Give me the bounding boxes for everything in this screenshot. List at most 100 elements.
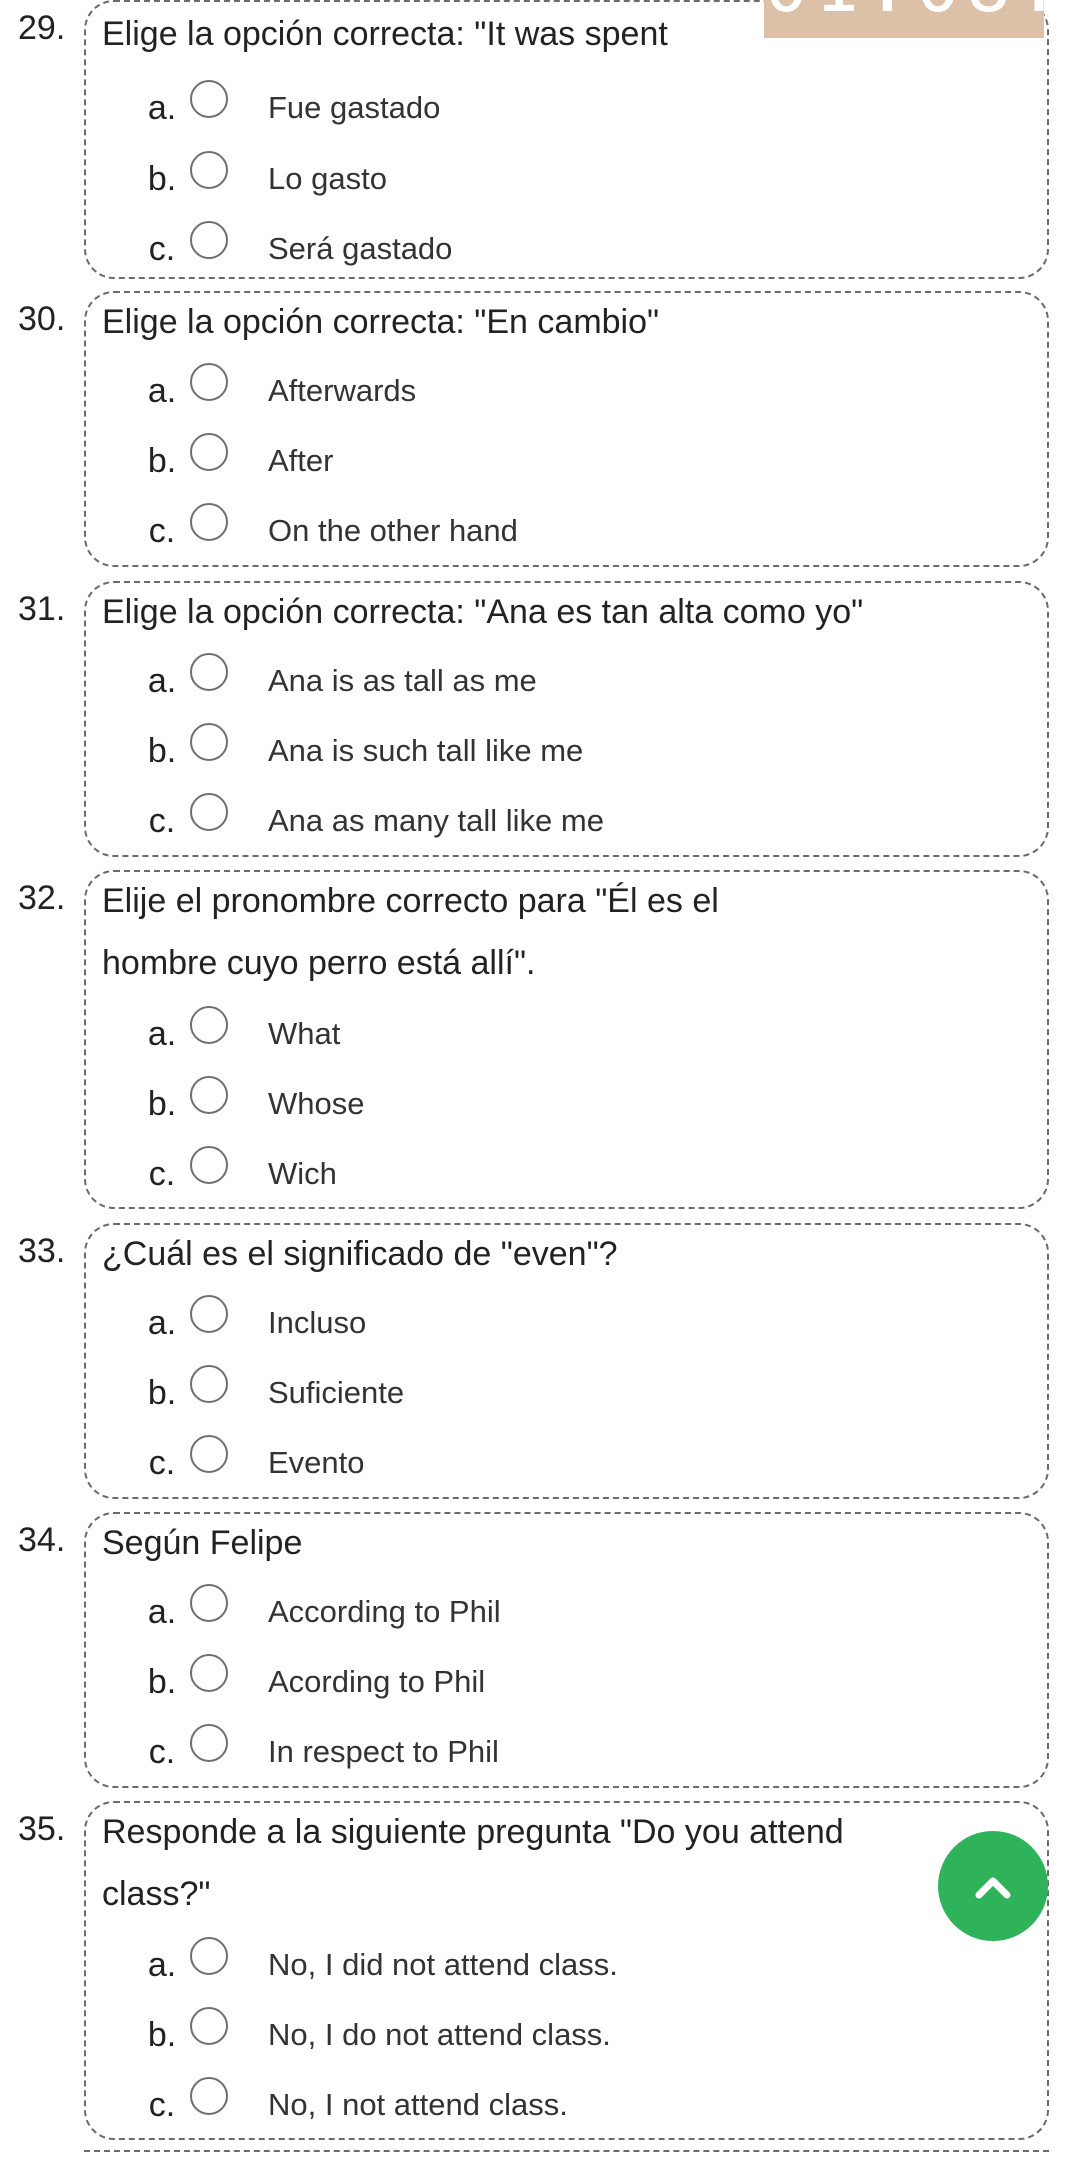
option-label: Afterwards (268, 373, 417, 408)
option-c[interactable]: c. Evento (0, 1435, 1075, 1493)
option-letter: c. (148, 1444, 176, 1482)
question-30: 30. Elige la opción correcta: "En cambio… (0, 291, 1075, 567)
question-number: 35. (18, 1810, 66, 1848)
option-c[interactable]: c. On the other hand (0, 503, 1075, 561)
option-letter: c. (148, 1733, 176, 1771)
question-number: 32. (18, 879, 66, 917)
option-label: On the other hand (268, 513, 518, 548)
option-c[interactable]: c. Será gastado (0, 221, 1075, 279)
option-c[interactable]: c. Ana as many tall like me (0, 793, 1075, 851)
question-text: Según Felipe (102, 1524, 303, 1562)
option-a[interactable]: a. No, I did not attend class. (0, 1937, 1075, 1995)
option-letter: b. (147, 1374, 177, 1412)
option-b[interactable]: b. Acording to Phil (0, 1654, 1075, 1712)
option-b[interactable]: b. Ana is such tall like me (0, 723, 1075, 781)
option-a[interactable]: a. Ana is as tall as me (0, 653, 1075, 711)
option-label: Lo gasto (268, 161, 387, 196)
option-letter: b. (147, 1085, 177, 1123)
option-letter: b. (147, 160, 177, 198)
radio-button[interactable] (190, 151, 228, 189)
option-letter: c. (148, 802, 176, 840)
radio-button[interactable] (190, 433, 228, 471)
next-question-box-edge (84, 2150, 1049, 2172)
radio-button[interactable] (190, 80, 228, 118)
option-label: In respect to Phil (268, 1734, 499, 1769)
option-b[interactable]: b. No, I do not attend class. (0, 2007, 1075, 2065)
question-text: Elige la opción correcta: "Ana es tan al… (102, 593, 864, 631)
scroll-to-top-button[interactable] (938, 1831, 1048, 1941)
option-b[interactable]: b. Suficiente (0, 1365, 1075, 1423)
radio-button[interactable] (190, 1937, 228, 1975)
option-label: Ana is as tall as me (268, 663, 537, 698)
option-label: Ana is such tall like me (268, 733, 584, 768)
option-letter: b. (147, 1663, 177, 1701)
option-letter: c. (148, 512, 176, 550)
question-number: 33. (18, 1232, 66, 1270)
question-number: 34. (18, 1521, 66, 1559)
question-33: 33. ¿Cuál es el significado de "even"? a… (0, 1223, 1075, 1499)
option-label: Whose (268, 1086, 365, 1121)
option-a[interactable]: a. Fue gastado (0, 80, 1075, 138)
option-letter: a. (147, 372, 177, 410)
question-31: 31. Elige la opción correcta: "Ana es ta… (0, 581, 1075, 857)
option-letter: a. (147, 662, 177, 700)
option-letter: a. (147, 89, 177, 127)
radio-button[interactable] (190, 1365, 228, 1403)
radio-button[interactable] (190, 793, 228, 831)
radio-button[interactable] (190, 1146, 228, 1184)
option-a[interactable]: a. What (0, 1006, 1075, 1064)
option-letter: c. (148, 2086, 176, 2124)
radio-button[interactable] (190, 363, 228, 401)
option-letter: b. (147, 732, 177, 770)
option-a[interactable]: a. According to Phil (0, 1584, 1075, 1642)
chevron-up-icon (975, 1877, 1011, 1899)
option-c[interactable]: c. In respect to Phil (0, 1724, 1075, 1782)
question-text: Elige la opción correcta: "En cambio" (102, 303, 660, 341)
countdown-timer: 01:08:11 (764, 0, 1044, 38)
radio-button[interactable] (190, 1435, 228, 1473)
option-label: Ana as many tall like me (268, 803, 604, 838)
option-label: Wich (268, 1156, 337, 1191)
option-letter: b. (147, 442, 177, 480)
radio-button[interactable] (190, 1006, 228, 1044)
option-label: Será gastado (268, 231, 453, 266)
option-label: Acording to Phil (268, 1664, 486, 1699)
radio-button[interactable] (190, 2077, 228, 2115)
radio-button[interactable] (190, 653, 228, 691)
question-35: 35. Responde a la siguiente pregunta "Do… (0, 1801, 1075, 2140)
radio-button[interactable] (190, 1724, 228, 1762)
option-label: Fue gastado (268, 90, 441, 125)
option-label: Evento (268, 1445, 365, 1480)
question-number: 29. (18, 9, 66, 47)
question-text: Responde a la siguiente pregunta "Do you… (102, 1813, 844, 1913)
radio-button[interactable] (190, 221, 228, 259)
option-letter: a. (147, 1593, 177, 1631)
option-label: According to Phil (268, 1594, 501, 1629)
option-label: What (268, 1016, 341, 1051)
option-b[interactable]: b. Whose (0, 1076, 1075, 1134)
question-number: 31. (18, 590, 66, 628)
radio-button[interactable] (190, 1295, 228, 1333)
radio-button[interactable] (190, 1654, 228, 1692)
option-a[interactable]: a. Afterwards (0, 363, 1075, 421)
option-label: No, I not attend class. (268, 2087, 568, 2122)
option-label: No, I did not attend class. (268, 1947, 618, 1982)
option-letter: b. (147, 2016, 177, 2054)
option-b[interactable]: b. Lo gasto (0, 151, 1075, 209)
radio-button[interactable] (190, 2007, 228, 2045)
option-letter: a. (147, 1304, 177, 1342)
option-a[interactable]: a. Incluso (0, 1295, 1075, 1353)
option-c[interactable]: c. Wich (0, 1146, 1075, 1204)
option-c[interactable]: c. No, I not attend class. (0, 2077, 1075, 2135)
question-number: 30. (18, 300, 66, 338)
timer-value: 01:08:11 (764, 0, 1044, 26)
radio-button[interactable] (190, 1076, 228, 1114)
radio-button[interactable] (190, 1584, 228, 1622)
option-label: Incluso (268, 1305, 367, 1340)
option-letter: a. (147, 1015, 177, 1053)
radio-button[interactable] (190, 723, 228, 761)
option-b[interactable]: b. After (0, 433, 1075, 491)
radio-button[interactable] (190, 503, 228, 541)
quiz-page: 29. Elige la opción correcta: "It was sp… (0, 0, 1075, 2156)
option-label: No, I do not attend class. (268, 2017, 611, 2052)
